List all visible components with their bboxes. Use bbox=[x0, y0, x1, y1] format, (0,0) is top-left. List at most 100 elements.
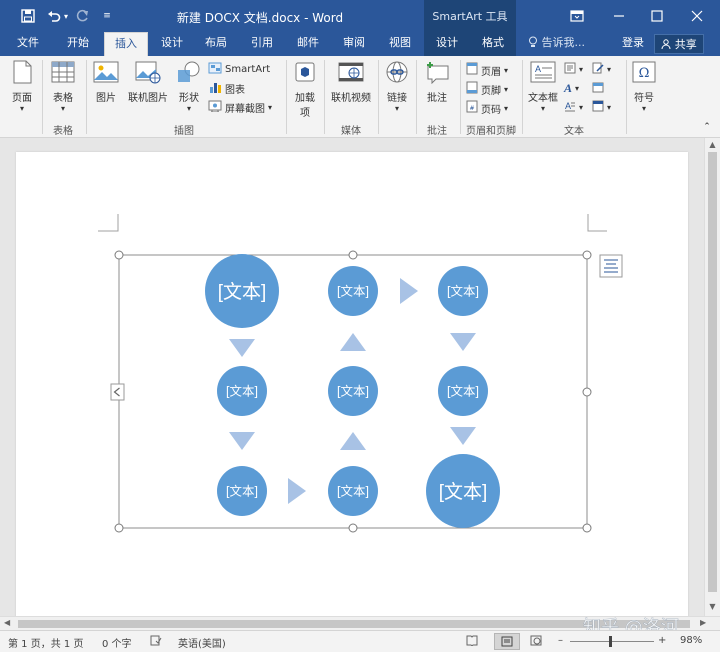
smartart-node[interactable]: [文本] bbox=[438, 266, 488, 316]
tab-references[interactable]: 引用 bbox=[240, 32, 284, 56]
svg-text:Ω: Ω bbox=[639, 66, 650, 81]
smartart-node[interactable]: [文本] bbox=[328, 366, 378, 416]
smartart-node-text[interactable]: [文本] bbox=[447, 284, 479, 299]
date-time-button[interactable] bbox=[592, 81, 604, 96]
ribbon-insert: 页面 ▾ 表格 ▾ 表格 图片 联机图片 形状 ▾ SmartArt 图表 屏幕… bbox=[0, 56, 720, 138]
screenshot-button[interactable]: 屏幕截图 ▾ bbox=[208, 100, 272, 115]
comment-button[interactable]: 批注 bbox=[420, 60, 454, 104]
minimize-icon[interactable] bbox=[598, 0, 640, 32]
svg-text:A: A bbox=[535, 64, 541, 74]
header-icon bbox=[466, 62, 478, 78]
picture-button[interactable]: 图片 bbox=[90, 60, 122, 104]
chart-button[interactable]: 图表 bbox=[208, 81, 245, 96]
online-picture-button[interactable]: 联机图片 bbox=[124, 60, 172, 104]
shapes-button[interactable]: 形状 ▾ bbox=[174, 60, 204, 113]
vertical-scroll-thumb[interactable] bbox=[708, 152, 717, 592]
sign-in-link[interactable]: 登录 bbox=[622, 32, 644, 56]
resize-handle-bottom-left[interactable] bbox=[114, 523, 124, 533]
resize-handle-top-right[interactable] bbox=[582, 250, 592, 260]
wordart-button[interactable]: A ▾ bbox=[564, 81, 579, 96]
textbox-label: 文本框 bbox=[528, 93, 558, 104]
text-pane-toggle[interactable] bbox=[110, 383, 125, 401]
page-number-label: 页码 bbox=[481, 104, 501, 116]
tab-design[interactable]: 设计 bbox=[150, 32, 194, 56]
link-button[interactable]: 链接 ▾ bbox=[382, 60, 412, 113]
link-icon bbox=[382, 60, 412, 87]
proofing-icon[interactable] bbox=[150, 635, 162, 649]
layout-options-icon[interactable] bbox=[599, 254, 623, 278]
scroll-left-icon[interactable]: ◀ bbox=[4, 618, 14, 627]
scroll-up-icon[interactable]: ▲ bbox=[706, 140, 719, 150]
drop-cap-button[interactable]: A ▾ bbox=[564, 100, 583, 115]
addins-button[interactable]: 加载 项 bbox=[290, 60, 320, 119]
page-number-button[interactable]: # 页码 ▾ bbox=[466, 100, 508, 116]
smartart-nodes[interactable]: [文本] [文本] [文本] [文本] [文本] [文本] [文本] [文本] [文本] bbox=[205, 254, 500, 528]
tell-me-box[interactable]: 告诉我... bbox=[528, 32, 585, 56]
page-count[interactable]: 第 1 页，共 1 页 bbox=[8, 635, 83, 650]
read-mode-icon[interactable] bbox=[466, 635, 478, 649]
textbox-icon: A bbox=[526, 60, 560, 87]
scroll-right-icon[interactable]: ▶ bbox=[700, 618, 710, 627]
zoom-slider-thumb[interactable] bbox=[609, 636, 612, 647]
web-layout-icon[interactable] bbox=[530, 635, 542, 649]
smartart-node[interactable]: [文本] bbox=[328, 466, 378, 516]
tab-view[interactable]: 视图 bbox=[378, 32, 422, 56]
tab-file[interactable]: 文件 bbox=[6, 32, 50, 56]
textbox-button[interactable]: A 文本框 ▾ bbox=[526, 60, 560, 113]
smartart-node-text[interactable]: [文本] bbox=[337, 384, 369, 399]
footer-button[interactable]: 页脚 ▾ bbox=[466, 81, 508, 97]
tab-home[interactable]: 开始 bbox=[56, 32, 100, 56]
collapse-ribbon-icon[interactable]: ⌃ bbox=[700, 122, 714, 132]
close-icon[interactable] bbox=[676, 0, 718, 32]
language[interactable]: 英语(美国) bbox=[178, 635, 226, 650]
resize-handle-top-left[interactable] bbox=[114, 250, 124, 260]
maximize-icon[interactable] bbox=[636, 0, 678, 32]
tab-smartart-format[interactable]: 格式 bbox=[470, 32, 516, 56]
group-divider bbox=[522, 60, 523, 134]
tab-mailings[interactable]: 邮件 bbox=[286, 32, 330, 56]
online-video-button[interactable]: 联机视频 bbox=[328, 60, 374, 104]
smartart-node-text[interactable]: [文本] bbox=[337, 284, 369, 299]
object-button[interactable]: ▾ bbox=[592, 100, 611, 115]
smartart-node[interactable]: [文本] bbox=[205, 254, 279, 328]
smartart-node-text[interactable]: [文本] bbox=[218, 281, 267, 303]
resize-handle-bottom[interactable] bbox=[348, 523, 358, 533]
smartart-node-text[interactable]: [文本] bbox=[337, 484, 369, 499]
smartart-node[interactable]: [文本] bbox=[217, 466, 267, 516]
ribbon-display-options-icon[interactable] bbox=[556, 0, 598, 32]
share-button[interactable]: 共享 bbox=[654, 34, 704, 54]
table-button[interactable]: 表格 ▾ bbox=[46, 60, 80, 113]
smartart-node-text[interactable]: [文本] bbox=[439, 481, 488, 503]
smartart-node[interactable]: [文本] bbox=[426, 454, 500, 528]
vertical-scrollbar[interactable]: ▲ ▼ bbox=[704, 138, 720, 616]
zoom-out-icon[interactable]: – bbox=[558, 635, 563, 646]
quick-parts-button[interactable]: ▾ bbox=[564, 62, 583, 77]
smartart-node[interactable]: [文本] bbox=[217, 366, 267, 416]
zoom-level[interactable]: 98% bbox=[680, 635, 702, 646]
smartart-node[interactable]: [文本] bbox=[438, 366, 488, 416]
smartart-node[interactable]: [文本] bbox=[328, 266, 378, 316]
addins-label-2: 项 bbox=[300, 108, 310, 119]
pages-button[interactable]: 页面 ▾ bbox=[6, 60, 38, 113]
resize-handle-bottom-right[interactable] bbox=[582, 523, 592, 533]
word-count[interactable]: 0 个字 bbox=[102, 635, 132, 650]
symbol-button[interactable]: Ω 符号 ▾ bbox=[630, 60, 658, 113]
resize-handle-top[interactable] bbox=[348, 250, 358, 260]
tab-insert[interactable]: 插入 bbox=[104, 32, 148, 56]
print-layout-icon[interactable] bbox=[494, 633, 520, 650]
smartart-node-text[interactable]: [文本] bbox=[226, 484, 258, 499]
tab-layout[interactable]: 布局 bbox=[194, 32, 238, 56]
tab-review[interactable]: 审阅 bbox=[332, 32, 376, 56]
zoom-slider[interactable] bbox=[570, 636, 654, 647]
smartart-node-text[interactable]: [文本] bbox=[447, 384, 479, 399]
resize-handle-right[interactable] bbox=[582, 387, 592, 397]
header-button[interactable]: 页眉 ▾ bbox=[466, 62, 508, 78]
zoom-in-icon[interactable]: + bbox=[658, 635, 666, 646]
smartart-node-text[interactable]: [文本] bbox=[226, 384, 258, 399]
scroll-down-icon[interactable]: ▼ bbox=[706, 602, 719, 612]
tab-smartart-design[interactable]: 设计 bbox=[424, 32, 470, 56]
signature-line-button[interactable]: ▾ bbox=[592, 62, 611, 77]
online-video-icon bbox=[328, 60, 374, 87]
smartart-button[interactable]: SmartArt bbox=[208, 62, 270, 77]
signature-pen-icon bbox=[592, 62, 604, 77]
